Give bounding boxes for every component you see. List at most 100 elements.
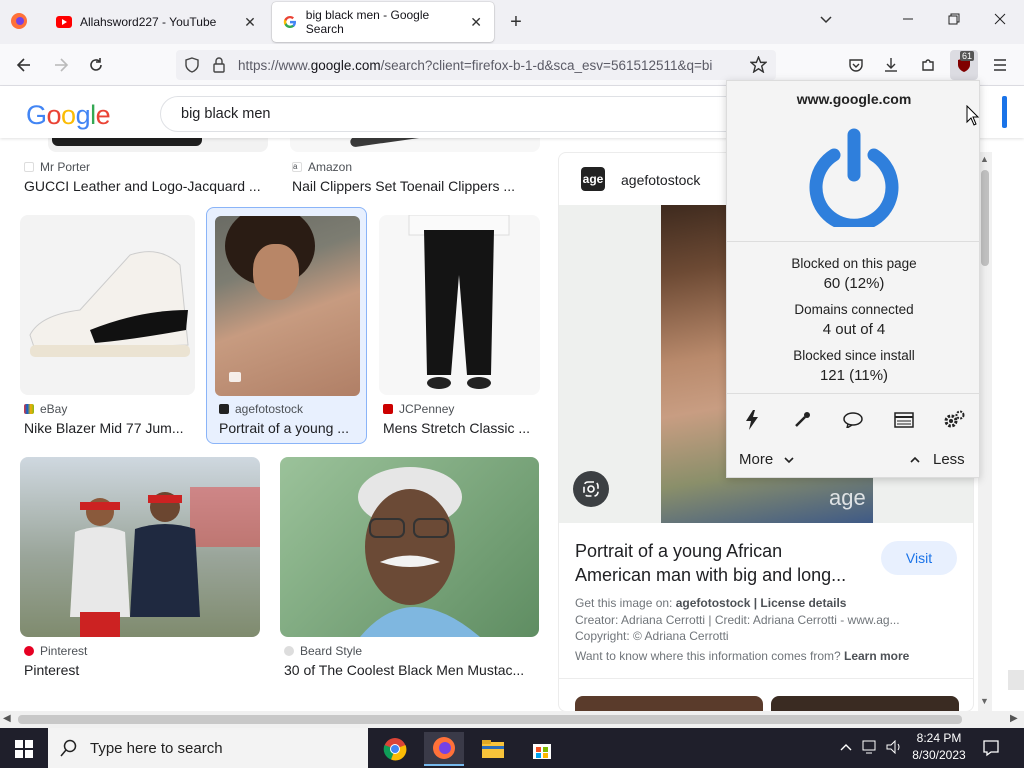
preview-title[interactable]: Portrait of a young African American man… [575,539,875,587]
result-title[interactable]: Nike Blazer Mid 77 Jum... [24,420,194,436]
google-logo[interactable]: Google [26,100,111,131]
lock-icon[interactable] [212,57,226,76]
taskbar-date[interactable]: 8/30/2023 [906,748,972,762]
lens-search-icon[interactable] [573,471,609,507]
result-title[interactable]: Portrait of a young ... [219,420,364,436]
network-icon[interactable] [862,740,880,757]
related-image[interactable] [575,696,763,711]
mouse-cursor-icon [966,104,980,130]
reload-icon[interactable] [85,54,107,76]
result-title[interactable]: 30 of The Coolest Black Men Mustac... [284,662,534,678]
result-image-agefotostock[interactable]: agefotostock Portrait of a young ... [206,207,367,444]
google-search-input[interactable]: big black men [160,96,760,132]
power-button[interactable] [807,127,901,232]
minimize-icon[interactable] [898,12,918,28]
back-arrow-icon[interactable] [13,54,35,76]
close-window-icon[interactable] [990,12,1010,28]
source-label: Beard Style [300,644,363,658]
taskbar-search-box[interactable]: Type here to search [48,728,368,768]
result-title[interactable]: Pinterest [24,662,254,678]
url-domain: google.com [310,58,381,73]
result-source: eBay [24,402,67,416]
result-image-jcpenney[interactable] [379,215,540,395]
panel-scrollbar[interactable]: ▲ ▼ [978,152,992,712]
result-image-nike[interactable] [20,215,195,395]
url-text[interactable]: https://www.google.com/search?client=fir… [238,58,743,73]
creator-line: Creator: Adriana Cerrotti | Credit: Adri… [575,613,900,627]
logger-list-icon[interactable] [889,405,919,435]
two-men-illustration [70,487,260,637]
hscroll-thumb[interactable] [18,715,962,724]
show-hidden-icons-chevron[interactable] [840,740,852,755]
settings-gears-icon[interactable] [939,405,969,435]
chat-bubble-icon[interactable] [838,405,868,435]
domains-label: Domains connected [794,302,914,317]
firefox-taskbar-icon[interactable] [424,732,464,766]
volume-icon[interactable] [886,739,904,757]
pocket-icon[interactable] [845,54,867,76]
result-image-beardstyle[interactable] [280,457,539,637]
store-taskbar-icon[interactable] [522,732,562,766]
chrome-taskbar-icon[interactable] [375,732,415,766]
new-tab-button[interactable]: + [504,10,528,34]
scroll-down-icon[interactable]: ▼ [980,696,989,706]
result-title[interactable]: Mens Stretch Classic ... [383,420,538,436]
image-badge-icon [229,372,241,382]
extensions-puzzle-icon[interactable] [917,54,939,76]
ublock-badge: 61 [960,51,975,61]
logo-letter: o [46,100,62,130]
info-prefix: Want to know where this information come… [575,649,844,663]
horizontal-scrollbar[interactable]: ◀ ▶ [0,711,1024,728]
result-title[interactable]: Nail Clippers Set Toenail Clippers ... [292,178,542,194]
ublock-origin-button[interactable]: 61 [950,50,978,80]
scroll-left-icon[interactable]: ◀ [3,713,11,724]
header-accent-bar [1002,96,1007,128]
tab-strip: Allahsword227 - YouTube ✕ big black men … [0,0,1024,44]
scroll-thumb[interactable] [981,170,989,266]
bookmark-star-icon[interactable] [749,55,768,76]
logo-letter: o [61,100,76,130]
visit-button[interactable]: Visit [881,541,957,575]
restore-icon[interactable] [944,12,964,28]
logo-letter: e [95,100,111,130]
close-tab-icon[interactable]: ✕ [242,14,258,31]
less-button[interactable]: Less [909,451,965,468]
file-explorer-taskbar-icon[interactable] [473,732,513,766]
blocked-page-label: Blocked on this page [791,256,917,271]
learn-more-link[interactable]: Learn more [844,649,909,663]
tab-google-search[interactable]: big black men - Google Search ✕ [272,2,494,42]
url-bar[interactable]: https://www.google.com/search?client=fir… [176,50,776,80]
tab-youtube[interactable]: Allahsword227 - YouTube ✕ [46,2,268,42]
windows-logo-icon [15,740,33,758]
result-source: a Amazon [292,160,352,174]
downloads-icon[interactable] [880,54,902,76]
lightning-icon[interactable] [737,405,767,435]
preview-source-logo[interactable]: age [581,167,605,191]
source-label: eBay [40,402,68,416]
scroll-up-icon[interactable]: ▲ [980,154,989,164]
close-tab-icon[interactable]: ✕ [468,14,484,31]
forward-arrow-icon[interactable] [50,54,72,76]
blocked-install-label: Blocked since install [793,348,915,363]
tracking-shield-icon[interactable] [184,57,200,76]
taskbar-time[interactable]: 8:24 PM [906,731,972,745]
license-details-link[interactable]: agefotostock | License details [676,596,847,610]
result-image-pinterest[interactable] [20,457,260,637]
hamburger-menu-icon[interactable] [989,54,1011,76]
notification-icon[interactable] [982,739,1000,760]
search-icon [60,739,77,757]
start-button[interactable] [4,732,44,766]
portrait-image [215,216,360,396]
source-label: JCPenney [399,402,455,416]
firefox-view-button[interactable] [10,12,30,32]
scroll-right-icon[interactable]: ▶ [1010,713,1018,724]
eyedropper-icon[interactable] [787,405,817,435]
related-image[interactable] [771,696,959,711]
list-all-tabs-icon[interactable] [816,12,836,28]
result-title[interactable]: GUCCI Leather and Logo-Jacquard ... [24,178,274,194]
page-scrollbar-track[interactable] [1008,670,1024,690]
result-source: agefotostock [219,402,303,416]
preview-source-name[interactable]: agefotostock [621,172,700,188]
get-image-line: Get this image on: agefotostock | Licens… [575,596,846,610]
more-button[interactable]: More [739,451,795,468]
